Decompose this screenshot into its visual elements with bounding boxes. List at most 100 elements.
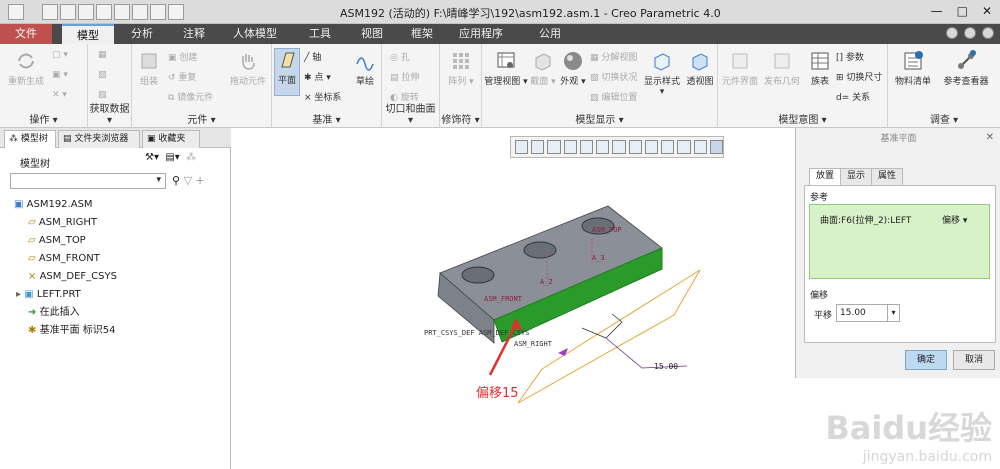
tree-search-input[interactable]: ▾ — [10, 173, 166, 189]
show-icon[interactable]: ▤▾ — [165, 152, 179, 163]
redo-icon[interactable] — [114, 4, 130, 20]
paste-icon[interactable]: ▣ ▾ — [52, 70, 68, 80]
model-viewport[interactable]: ASM_TOP A_3 A_2 ASM_FRONT PRT_CSYS_DEF A… — [232, 128, 793, 469]
axis-button[interactable]: ╱ 轴 — [304, 50, 321, 63]
view-manager-icon[interactable] — [612, 140, 626, 154]
tab-tools[interactable]: 工具 — [298, 24, 342, 44]
tab-model[interactable]: 模型 — [62, 24, 114, 44]
display-style-button[interactable]: 显示样式 ▾ — [642, 50, 682, 97]
repaint-icon[interactable] — [563, 140, 577, 154]
app-icon[interactable] — [8, 4, 24, 20]
minimize-icon[interactable]: — — [931, 4, 943, 18]
add-icon[interactable]: + — [196, 174, 205, 187]
copy-geometry-icon[interactable]: ▧ — [98, 70, 107, 80]
translate-input[interactable]: 15.00 ▾ — [836, 304, 900, 322]
user-defined-feature-icon[interactable]: ▦ — [98, 50, 107, 60]
tab-applications[interactable]: 应用程序 — [448, 24, 514, 44]
display-style-icon[interactable] — [579, 140, 594, 154]
datum-filters-icon[interactable] — [709, 140, 724, 154]
tree-item-left-prt[interactable]: ▸ ▣ LEFT.PRT — [16, 286, 81, 304]
search-icon[interactable] — [964, 27, 976, 39]
binoculars-icon[interactable]: ⚲ — [172, 174, 180, 187]
datum-display-icon[interactable] — [661, 140, 675, 154]
saved-views-icon[interactable] — [596, 140, 610, 154]
close-icon[interactable]: ✕ — [986, 132, 994, 143]
perspective-icon[interactable] — [628, 140, 642, 154]
windows-icon[interactable] — [150, 4, 166, 20]
extrude-button[interactable]: ▤ 拉伸 — [390, 70, 419, 83]
tree-item-asm-def-csys[interactable]: ⨯ ASM_DEF_CSYS — [28, 268, 117, 286]
refit-icon[interactable] — [515, 140, 529, 154]
tab-properties[interactable]: 属性 — [871, 168, 904, 185]
close-icon[interactable]: ✕ — [982, 4, 992, 18]
zoom-in-icon[interactable] — [531, 140, 545, 154]
edit-position-button[interactable]: ▨ 编辑位置 — [590, 90, 637, 103]
mirror-component-button[interactable]: ⧉ 镜像元件 — [168, 90, 213, 103]
repeat-button[interactable]: ↺ 重复 — [168, 70, 196, 83]
cancel-button[interactable]: 取消 — [953, 350, 995, 370]
hole-1[interactable] — [461, 266, 495, 284]
undo-icon[interactable] — [96, 4, 112, 20]
assemble-button[interactable]: 组装 — [134, 50, 164, 87]
bom-button[interactable]: 物料清单 — [890, 50, 936, 87]
graphics-window[interactable]: ASM_TOP A_3 A_2 ASM_FRONT PRT_CSYS_DEF A… — [232, 128, 793, 469]
tab-placement[interactable]: 放置 — [809, 168, 842, 185]
csys-button[interactable]: ⨯ 坐标系 — [304, 90, 341, 103]
ok-button[interactable]: 确定 — [905, 350, 947, 370]
expand-arrow-icon[interactable]: ▸ — [16, 289, 21, 300]
family-table-button[interactable]: 族表 — [804, 50, 836, 87]
hole-2[interactable] — [523, 241, 557, 259]
drag-component-button[interactable]: 拖动元件 — [226, 50, 270, 87]
component-interface-button[interactable]: 元件界面 — [720, 50, 760, 87]
plane-button[interactable]: 平面 — [274, 48, 300, 96]
pattern-button[interactable]: 阵列 ▾ — [444, 50, 478, 87]
tab-common[interactable]: 公用 — [528, 24, 572, 44]
chevron-down-icon[interactable]: ▾ — [156, 175, 161, 185]
offset-dimension-value[interactable]: 15.00 — [654, 362, 678, 371]
chevron-down-icon[interactable]: ▾ — [887, 305, 899, 321]
reference-item[interactable]: 曲面:F6(拉伸_2):LEFT — [820, 213, 911, 226]
new-icon[interactable] — [42, 4, 58, 20]
tab-folder-browser[interactable]: ▤ 文件夹浏览器 — [58, 130, 140, 148]
zoom-out-icon[interactable] — [547, 140, 561, 154]
explode-view-button[interactable]: ▦ 分解视图 — [590, 50, 637, 63]
help-icon[interactable] — [982, 27, 994, 39]
tab-model-tree[interactable]: ⁂ 模型树 — [4, 130, 56, 148]
tree-item-asm-top[interactable]: ▱ ASM_TOP — [28, 232, 86, 250]
tab-display[interactable]: 显示 — [840, 168, 873, 185]
section-icon[interactable] — [644, 140, 659, 154]
sketch-button[interactable]: 草绘 — [350, 50, 380, 87]
switch-dimensions-button[interactable]: ⊞ 切换尺寸 — [836, 70, 882, 83]
perspective-button[interactable]: 透视图 — [682, 50, 718, 87]
point-button[interactable]: ✱ 点 ▾ — [304, 70, 331, 83]
tree-item-insert-here[interactable]: ➜ 在此插入 — [28, 304, 80, 322]
tree-item-asm-front[interactable]: ▱ ASM_FRONT — [28, 250, 100, 268]
constraint-dropdown[interactable]: 偏移 ▾ — [942, 213, 967, 226]
annotation-display-icon[interactable] — [677, 140, 691, 154]
tab-file[interactable]: 文件 — [0, 24, 52, 44]
tree-item-new-datum-plane[interactable]: ✱ 基准平面 标识54 — [28, 322, 115, 340]
regenerate-icon[interactable] — [132, 4, 148, 20]
tab-annotate[interactable]: 注释 — [170, 24, 218, 44]
hole-button[interactable]: ◎ 孔 — [390, 50, 410, 63]
spin-center-icon[interactable] — [693, 140, 707, 154]
references-list[interactable]: 曲面:F6(拉伸_2):LEFT 偏移 ▾ — [809, 204, 990, 279]
reference-viewer-button[interactable]: 参考查看器 — [938, 50, 994, 87]
relations-button[interactable]: d= 关系 — [836, 90, 870, 103]
tree-item-root[interactable]: ▣ ASM192.ASM — [14, 196, 93, 214]
section-button[interactable]: 截面 ▾ — [528, 50, 558, 87]
publish-geometry-button[interactable]: 发布几何 — [762, 50, 802, 87]
filter-icon[interactable]: ▽ — [184, 174, 192, 187]
minimize-ribbon-icon[interactable] — [946, 27, 958, 39]
create-button[interactable]: ▣ 创建 — [168, 50, 197, 63]
close-window-icon[interactable] — [168, 4, 184, 20]
copy-icon[interactable]: ▢ ▾ — [52, 50, 68, 60]
maximize-icon[interactable]: □ — [957, 4, 968, 18]
tab-view[interactable]: 视图 — [350, 24, 394, 44]
save-icon[interactable] — [78, 4, 94, 20]
tab-favorites[interactable]: ▣ 收藏夹 — [142, 130, 200, 148]
manage-views-button[interactable]: 管理视图 ▾ — [484, 50, 528, 87]
appearance-button[interactable]: 外观 ▾ — [558, 50, 588, 87]
tab-framework[interactable]: 框架 — [400, 24, 444, 44]
toggle-status-button[interactable]: ▧ 切换状况 — [590, 70, 637, 83]
